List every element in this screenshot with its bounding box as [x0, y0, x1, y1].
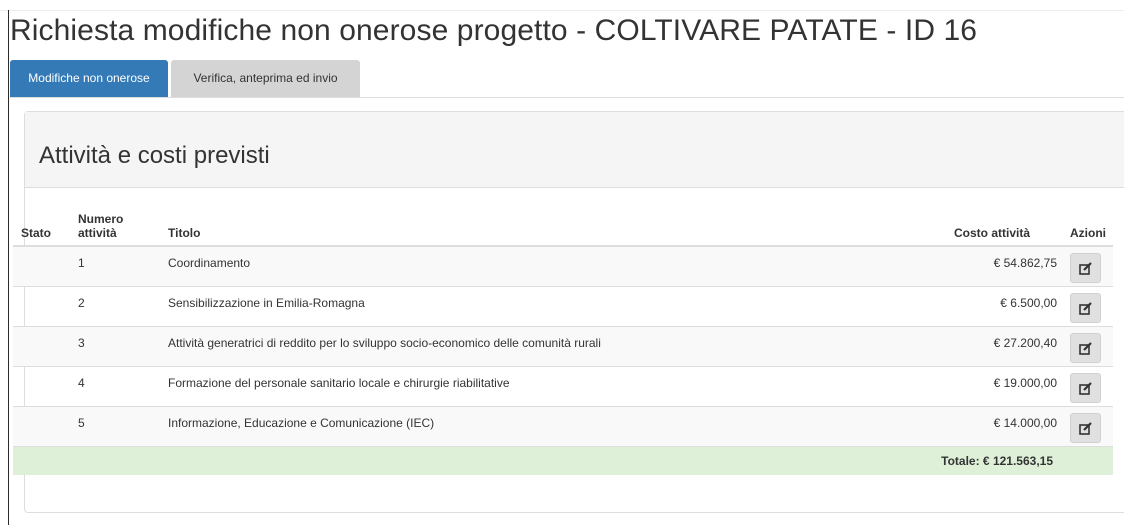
edit-icon	[1079, 382, 1092, 395]
table-row: 2 Sensibilizzazione in Emilia-Romagna € …	[13, 286, 1113, 327]
total-value: Totale: € 121.563,15	[877, 446, 1060, 475]
row-costo-value: € 19.000,00	[993, 376, 1057, 390]
panel-heading: Attività e costi previsti	[25, 112, 1124, 188]
tab-verifica-anteprima-invio[interactable]: Verifica, anteprima ed invio	[171, 60, 360, 97]
row-numero: 4	[71, 366, 161, 407]
edit-icon	[1079, 262, 1092, 275]
total-spacer	[1060, 446, 1113, 475]
row-titolo: Coordinamento	[161, 245, 877, 287]
row-titolo: Informazione, Educazione e Comunicazione…	[161, 406, 877, 447]
row-stato	[13, 366, 71, 407]
row-azioni	[1060, 245, 1113, 287]
row-costo: € 54.862,75	[877, 245, 1060, 287]
row-titolo-value: Sensibilizzazione in Emilia-Romagna	[168, 296, 365, 310]
total-row: Totale: € 121.563,15	[13, 446, 1113, 475]
left-border	[8, 10, 9, 525]
header-stato: Stato	[13, 205, 71, 247]
row-titolo-value: Coordinamento	[168, 256, 251, 270]
row-costo: € 14.000,00	[877, 406, 1060, 447]
row-costo: € 6.500,00	[877, 286, 1060, 327]
row-titolo-value: Formazione del personale sanitario local…	[168, 376, 510, 390]
row-titolo-value: Attività generatrici di reddito per lo s…	[168, 336, 601, 350]
row-azioni	[1060, 326, 1113, 367]
row-numero-value: 2	[78, 296, 85, 310]
activities-table: Stato Numero attività Titolo Costo attiv…	[13, 205, 1113, 475]
header-numero-attivita: Numero attività	[71, 205, 161, 247]
row-stato	[13, 286, 71, 327]
row-costo-value: € 14.000,00	[993, 416, 1057, 430]
table-row: 3 Attività generatrici di reddito per lo…	[13, 326, 1113, 367]
edit-icon	[1079, 422, 1092, 435]
edit-button[interactable]	[1070, 253, 1101, 283]
row-costo-value: € 6.500,00	[1000, 296, 1057, 310]
row-stato	[13, 326, 71, 367]
row-numero-value: 4	[78, 376, 85, 390]
row-numero-value: 1	[78, 256, 85, 270]
row-stato-value	[21, 327, 71, 336]
row-numero-value: 3	[78, 336, 85, 350]
tab-bar: Modifiche non onerose Verifica, anteprim…	[10, 60, 1124, 98]
row-stato-value	[21, 367, 71, 376]
row-costo-value: € 54.862,75	[993, 256, 1057, 270]
page-title: Richiesta modifiche non onerose progetto…	[10, 14, 978, 47]
total-spacer	[71, 446, 161, 475]
row-costo-value: € 27.200,40	[993, 336, 1057, 350]
row-titolo-value: Informazione, Educazione e Comunicazione…	[168, 416, 435, 430]
row-costo: € 27.200,40	[877, 326, 1060, 367]
table-row: 1 Coordinamento € 54.862,75	[13, 245, 1113, 287]
row-titolo: Formazione del personale sanitario local…	[161, 366, 877, 407]
edit-icon	[1079, 302, 1092, 315]
row-numero-value: 5	[78, 416, 85, 430]
row-stato	[13, 406, 71, 447]
tab-modifiche-non-onerose[interactable]: Modifiche non onerose	[10, 60, 168, 97]
header-titolo: Titolo	[161, 205, 877, 247]
row-azioni	[1060, 366, 1113, 407]
header-azioni: Azioni	[1060, 205, 1113, 247]
row-azioni	[1060, 406, 1113, 447]
total-spacer	[161, 446, 877, 475]
edit-button[interactable]	[1070, 333, 1101, 363]
row-numero: 5	[71, 406, 161, 447]
edit-icon	[1079, 342, 1092, 355]
edit-button[interactable]	[1070, 373, 1101, 403]
row-numero: 1	[71, 245, 161, 287]
row-titolo: Sensibilizzazione in Emilia-Romagna	[161, 286, 877, 327]
total-spacer	[13, 446, 71, 475]
row-titolo: Attività generatrici di reddito per lo s…	[161, 326, 877, 367]
edit-button[interactable]	[1070, 413, 1101, 443]
table-row: 4 Formazione del personale sanitario loc…	[13, 366, 1113, 407]
table-header-row: Stato Numero attività Titolo Costo attiv…	[13, 205, 1113, 247]
top-border	[0, 0, 1124, 11]
row-numero: 3	[71, 326, 161, 367]
row-numero: 2	[71, 286, 161, 327]
edit-button[interactable]	[1070, 293, 1101, 323]
row-costo: € 19.000,00	[877, 366, 1060, 407]
table-row: 5 Informazione, Educazione e Comunicazio…	[13, 406, 1113, 447]
row-stato	[13, 245, 71, 287]
header-numero-label: Numero attività	[78, 212, 124, 240]
row-stato-value	[21, 407, 71, 416]
header-costo-attivita: Costo attività	[877, 205, 1060, 247]
panel-title: Attività e costi previsti	[39, 142, 270, 169]
row-stato-value	[21, 247, 71, 256]
row-stato-value	[21, 287, 71, 296]
row-azioni	[1060, 286, 1113, 327]
